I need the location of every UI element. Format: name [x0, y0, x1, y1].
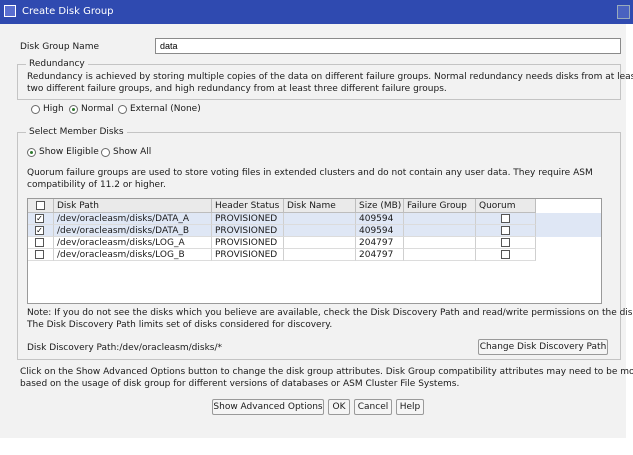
- disk-name-cell[interactable]: [284, 249, 356, 261]
- discovery-path-label: Disk Discovery Path:/dev/oracleasm/disks…: [27, 343, 223, 353]
- quorum-note-2: compatibility of 11.2 or higher.: [27, 180, 166, 190]
- size-cell: 409594: [356, 213, 404, 225]
- quorum-checkbox[interactable]: [501, 238, 510, 247]
- column-header-disk-name[interactable]: Disk Name: [284, 199, 356, 213]
- table-row[interactable]: ✓ /dev/oracleasm/disks/DATA_A PROVISIONE…: [28, 213, 601, 225]
- column-header-failure-group[interactable]: Failure Group: [404, 199, 476, 213]
- title-bar: Create Disk Group: [0, 0, 633, 24]
- disk-path-cell: /dev/oracleasm/disks/DATA_B: [54, 225, 212, 237]
- row-select-checkbox[interactable]: ✓: [35, 226, 44, 235]
- redundancy-description-1: Redundancy is achieved by storing multip…: [27, 72, 633, 82]
- table-row[interactable]: /dev/oracleasm/disks/LOG_B PROVISIONED 2…: [28, 249, 601, 261]
- show-all-radio[interactable]: [101, 148, 110, 157]
- size-cell: 204797: [356, 237, 404, 249]
- redundancy-legend: Redundancy: [26, 59, 88, 69]
- column-header-header-status[interactable]: Header Status: [212, 199, 284, 213]
- change-disk-discovery-path-button[interactable]: Change Disk Discovery Path: [478, 339, 608, 355]
- disk-name-cell[interactable]: [284, 213, 356, 225]
- table-row[interactable]: /dev/oracleasm/disks/LOG_A PROVISIONED 2…: [28, 237, 601, 249]
- disk-name-cell[interactable]: [284, 225, 356, 237]
- ok-button[interactable]: OK: [328, 399, 350, 415]
- window-control-icon[interactable]: [617, 5, 630, 19]
- discovery-note-2: The Disk Discovery Path limits set of di…: [27, 320, 333, 330]
- show-advanced-options-button[interactable]: Show Advanced Options: [212, 399, 324, 415]
- quorum-checkbox[interactable]: [501, 250, 510, 259]
- quorum-note-1: Quorum failure groups are used to store …: [27, 168, 593, 178]
- quorum-checkbox[interactable]: [501, 214, 510, 223]
- window-title: Create Disk Group: [22, 6, 114, 17]
- redundancy-external-radio[interactable]: [118, 105, 127, 114]
- redundancy-description-2: two different failure groups, and high r…: [27, 84, 447, 94]
- column-header-select[interactable]: [28, 199, 54, 213]
- member-disks-legend: Select Member Disks: [26, 127, 127, 137]
- show-eligible-radio[interactable]: [27, 148, 36, 157]
- header-status-cell: PROVISIONED: [212, 237, 284, 249]
- disk-path-cell: /dev/oracleasm/disks/LOG_B: [54, 249, 212, 261]
- quorum-checkbox[interactable]: [501, 226, 510, 235]
- column-header-quorum[interactable]: Quorum: [476, 199, 536, 213]
- row-select-checkbox[interactable]: [35, 250, 44, 259]
- disk-name-cell[interactable]: [284, 237, 356, 249]
- redundancy-group: [17, 64, 621, 100]
- advanced-options-text-2: based on the usage of disk group for dif…: [20, 379, 460, 389]
- row-select-checkbox[interactable]: ✓: [35, 214, 44, 223]
- header-status-cell: PROVISIONED: [212, 213, 284, 225]
- header-status-cell: PROVISIONED: [212, 249, 284, 261]
- failure-group-cell[interactable]: [404, 213, 476, 225]
- column-header-size[interactable]: Size (MB): [356, 199, 404, 213]
- disk-group-name-label: Disk Group Name: [20, 42, 100, 52]
- show-eligible-label[interactable]: Show Eligible: [39, 147, 99, 157]
- redundancy-high-radio[interactable]: [31, 105, 40, 114]
- redundancy-external-label[interactable]: External (None): [130, 104, 201, 114]
- redundancy-normal-label[interactable]: Normal: [81, 104, 114, 114]
- failure-group-cell[interactable]: [404, 249, 476, 261]
- help-button[interactable]: Help: [396, 399, 424, 415]
- failure-group-cell[interactable]: [404, 237, 476, 249]
- disk-group-name-input[interactable]: [155, 38, 621, 54]
- window-menu-icon[interactable]: [4, 5, 16, 17]
- select-all-checkbox[interactable]: [36, 201, 45, 210]
- row-select-checkbox[interactable]: [35, 238, 44, 247]
- column-header-disk-path[interactable]: Disk Path: [54, 199, 212, 213]
- header-status-cell: PROVISIONED: [212, 225, 284, 237]
- redundancy-normal-radio[interactable]: [69, 105, 78, 114]
- disk-path-cell: /dev/oracleasm/disks/LOG_A: [54, 237, 212, 249]
- show-all-label[interactable]: Show All: [113, 147, 151, 157]
- redundancy-high-label[interactable]: High: [43, 104, 64, 114]
- table-row[interactable]: ✓ /dev/oracleasm/disks/DATA_B PROVISIONE…: [28, 225, 601, 237]
- disk-path-cell: /dev/oracleasm/disks/DATA_A: [54, 213, 212, 225]
- size-cell: 409594: [356, 225, 404, 237]
- discovery-path-value: /dev/oracleasm/disks/*: [119, 343, 223, 353]
- cancel-button[interactable]: Cancel: [354, 399, 392, 415]
- discovery-note-1: Note: If you do not see the disks which …: [27, 308, 633, 318]
- failure-group-cell[interactable]: [404, 225, 476, 237]
- disk-table: Disk Path Header Status Disk Name Size (…: [27, 198, 602, 304]
- size-cell: 204797: [356, 249, 404, 261]
- advanced-options-text-1: Click on the Show Advanced Options butto…: [20, 367, 633, 377]
- bottom-margin: [0, 438, 633, 455]
